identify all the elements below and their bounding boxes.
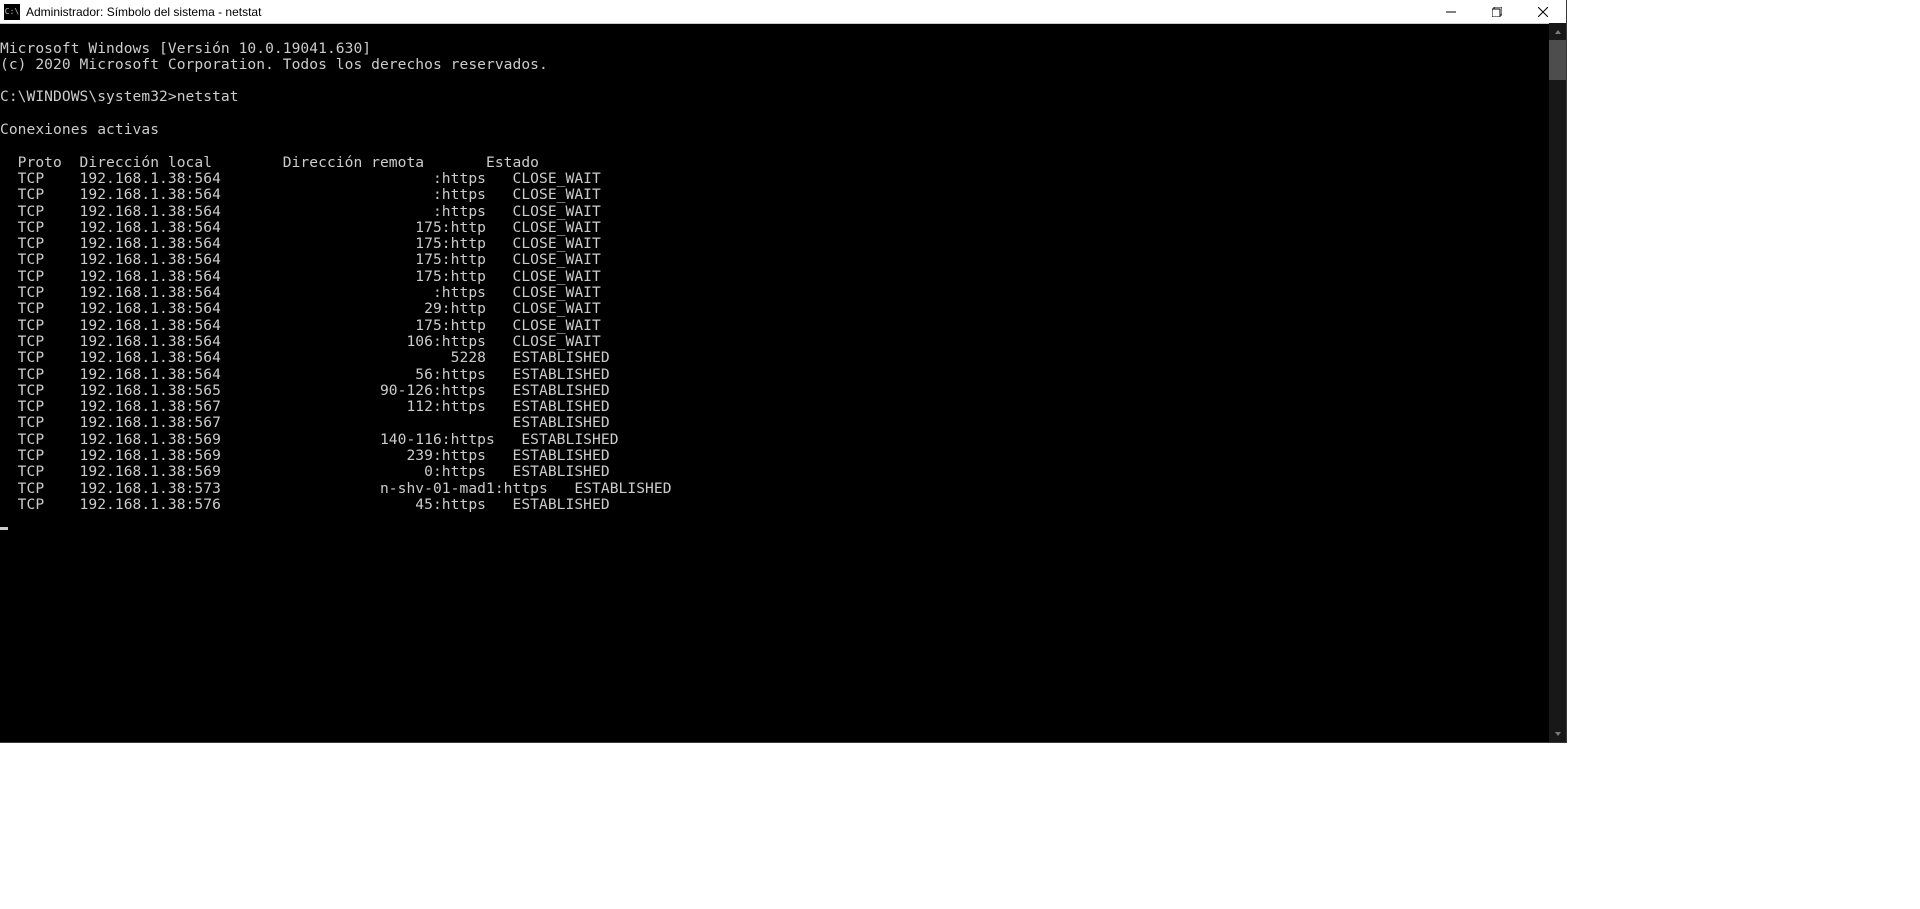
close-button[interactable] xyxy=(1520,0,1566,23)
scrollbar-thumb[interactable] xyxy=(1549,40,1566,80)
terminal-body[interactable]: Microsoft Windows [Versión 10.0.19041.63… xyxy=(0,24,1566,742)
vertical-scrollbar[interactable] xyxy=(1549,23,1566,742)
maximize-button[interactable] xyxy=(1474,0,1520,23)
scrollbar-up-button[interactable] xyxy=(1549,23,1566,40)
chevron-down-icon xyxy=(1554,730,1562,738)
cmd-icon-text: C:\ xyxy=(5,8,19,16)
cmd-icon: C:\ xyxy=(4,4,20,20)
terminal-cursor xyxy=(0,527,8,530)
window-title: Administrador: Símbolo del sistema - net… xyxy=(26,5,1428,19)
scrollbar-down-button[interactable] xyxy=(1549,725,1566,742)
scrollbar-track[interactable] xyxy=(1549,40,1566,725)
minimize-button[interactable] xyxy=(1428,0,1474,23)
chevron-up-icon xyxy=(1554,28,1562,36)
titlebar[interactable]: C:\ Administrador: Símbolo del sistema -… xyxy=(0,0,1566,24)
terminal-output: Microsoft Windows [Versión 10.0.19041.63… xyxy=(0,41,1566,530)
minimize-icon xyxy=(1446,7,1456,17)
command-prompt-window: C:\ Administrador: Símbolo del sistema -… xyxy=(0,0,1566,742)
window-controls xyxy=(1428,0,1566,23)
close-icon xyxy=(1538,7,1548,17)
maximize-icon xyxy=(1492,7,1502,17)
